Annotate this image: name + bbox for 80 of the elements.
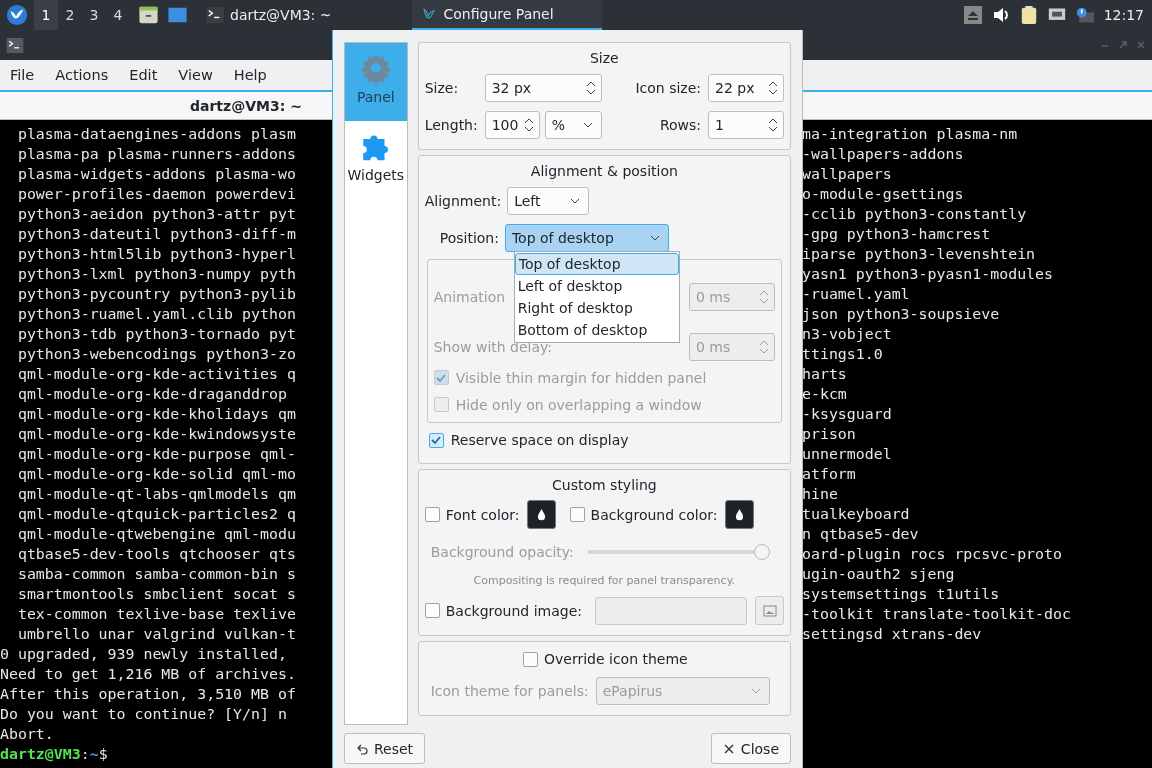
terminal-line: Abort. [0, 724, 55, 744]
terminal-line: qml-module-qt-labs-qmlmodels qm [16, 484, 297, 504]
terminal-line: qml-module-org-kde-purpose qml- [16, 444, 297, 464]
field-label: Background opacity: [430, 543, 574, 560]
terminal-line: hine [802, 484, 838, 504]
terminal-line: yasn1 python3-pyasn1-modules [802, 264, 1054, 284]
terminal-line: -wallpapers-addons [802, 144, 964, 164]
checkbox-label: Visible thin margin for hidden panel [455, 369, 707, 386]
terminal-line: o-module-gsettings [802, 184, 964, 204]
terminal-line: unnermodel [802, 444, 892, 464]
terminal-line: qml-module-org-kde-kwindowsyste [16, 424, 297, 444]
terminal-line: python3-dateutil python3-diff-m [16, 224, 297, 244]
terminal-line: settingsd xtrans-dev [802, 624, 982, 644]
terminal-line: 0 upgraded, 939 newly installed, [0, 644, 288, 664]
terminal-line: iparse python3-levenshtein [802, 244, 1036, 264]
terminal-line: Do you want to continue? [Y/n] n [0, 704, 288, 724]
terminal-line: qml-module-org-kde-draganddrop [16, 384, 288, 404]
terminal-line: qml-module-org-kde-solid qml-mo [16, 464, 297, 484]
terminal-line: qml-module-org-kde-kholidays qm [16, 404, 297, 424]
checkbox-label: Font color: [445, 506, 520, 523]
terminal-prompt: dartz@VM3:~$ [0, 744, 109, 764]
terminal-line: ttings1.0 [802, 344, 883, 364]
terminal-line: umbrello unar valgrind vulkan-t [16, 624, 297, 644]
field-label: Show with delay: [433, 339, 553, 355]
field-label: Position: [439, 229, 499, 246]
field-label: Alignment: [424, 192, 502, 209]
terminal-line: python3-webencodings python3-zo [16, 344, 297, 364]
group-title: Size [588, 49, 620, 68]
terminal-line: qtbase5-dev-tools qtchooser qts [16, 544, 297, 564]
terminal-line: Need to get 1,216 MB of archives. [0, 664, 297, 684]
clock-text: 12:17 [1103, 7, 1144, 23]
checkbox-label: Background image: [445, 602, 582, 619]
terminal-line: n3-vobject [802, 324, 892, 344]
hint-text: Compositing is required for panel transparency. [472, 573, 737, 589]
terminal-line: qml-module-qtquick-particles2 q [16, 504, 297, 524]
field-label: Icon theme for panels: [430, 682, 589, 699]
field-label: Animation [433, 289, 506, 305]
terminal-line: qml-module-org-kde-activities q [16, 364, 297, 384]
terminal-line: qml-module-qtwebengine qml-modu [16, 524, 297, 544]
terminal-line: samba-common samba-common-bin s [16, 564, 297, 584]
group-title: Alignment & position [529, 162, 679, 181]
group-title: Custom styling [551, 476, 658, 495]
terminal-line: harts [802, 364, 847, 384]
terminal-line: python3-aeidon python3-attr pyt [16, 204, 297, 224]
terminal-line: atform [802, 464, 856, 484]
terminal-line: wallpapers [802, 164, 892, 184]
terminal-line: -ksysguard [802, 404, 892, 424]
terminal-line: python3-tdb python3-tornado pyt [16, 324, 297, 344]
terminal-line: prison [802, 424, 856, 444]
terminal-line: python3-lxml python3-numpy pyth [16, 264, 297, 284]
checkbox-label: Override icon theme [544, 651, 688, 667]
terminal-line: tex-common texlive-base texlive [16, 604, 297, 624]
terminal-line: -toolkit translate-toolkit-doc [802, 604, 1071, 624]
terminal-line: smartmontools smbclient socat s [16, 584, 297, 604]
checkbox-label: Hide only on overlapping a window [455, 396, 702, 413]
terminal-line: python3-ruamel.yaml.clib python [16, 304, 297, 324]
field-label: Length: [424, 116, 479, 133]
terminal-line: e-kcm [802, 384, 847, 404]
terminal-line: -gpg python3-hamcrest [802, 224, 991, 244]
terminal-line: oard-plugin rocs rpcsvc-proto [802, 544, 1062, 564]
terminal-line: plasma-pa plasma-runners-addons [16, 144, 297, 164]
terminal-line: plasma-widgets-addons plasma-wo [16, 164, 297, 184]
terminal-line: tualkeyboard [802, 504, 910, 524]
terminal-line: n qtbase5-dev [802, 524, 919, 544]
checkbox-label: Reserve space on display [450, 432, 629, 448]
checkbox-label: Background color: [590, 506, 718, 523]
terminal-line: After this operation, 3,510 MB of [0, 684, 297, 704]
terminal-line: -ruamel.yaml [802, 284, 910, 304]
terminal-line: systemsettings t1utils [802, 584, 1000, 604]
terminal-line: ma-integration plasma-nm [802, 124, 1018, 144]
terminal-line: -cclib python3-constantly [802, 204, 1027, 224]
terminal-line: plasma-dataengines-addons plasm [16, 124, 297, 144]
terminal-line: ugin-oauth2 sjeng [802, 564, 955, 584]
terminal-line: python3-html5lib python3-hyperl [16, 244, 297, 264]
field-label: Rows: [658, 116, 702, 133]
field-label: Size: [424, 79, 460, 96]
terminal-line: power-profiles-daemon powerdevi [16, 184, 297, 204]
field-label: Icon size: [634, 79, 702, 96]
terminal-line: python3-pycountry python3-pylib [16, 284, 297, 304]
terminal-line: json python3-soupsieve [802, 304, 1000, 324]
